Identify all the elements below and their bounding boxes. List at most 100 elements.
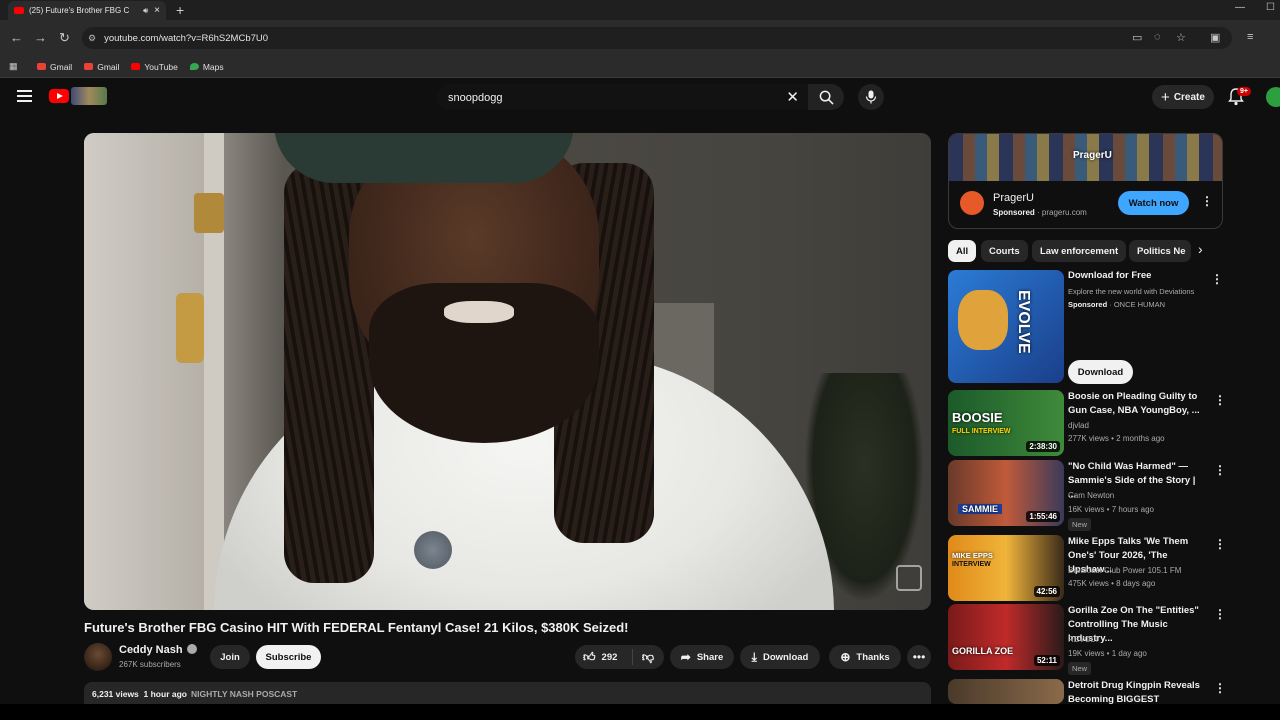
address-bar[interactable]: ⚙︎ youtube.com/watch?v=R6hS2MCb7U0 (82, 27, 1232, 49)
chip-all[interactable]: All (948, 240, 977, 262)
watch-now-button[interactable]: Watch now (1118, 191, 1189, 215)
ad-card[interactable]: PragerU PragerU Sponsored · prageru.com … (948, 133, 1223, 229)
youtube-doodle-logo[interactable] (71, 87, 107, 105)
new-tab-icon[interactable]: + (176, 2, 184, 18)
youtube-favicon-icon (14, 7, 24, 14)
search-icon (819, 90, 834, 105)
bottom-edge (0, 704, 1280, 720)
share-arrow-icon: ➦ (680, 650, 691, 664)
minimize-icon[interactable]: — (1235, 2, 1245, 13)
rec-thumb-text-1: BOOSIE (952, 410, 1003, 425)
rec-thumbnail-4[interactable]: GORILLA ZOE 52:11 (948, 604, 1064, 670)
thanks-button[interactable]: ⊕ Thanks (829, 645, 901, 669)
thumbs-down-icon: 👎︎ (641, 649, 655, 664)
channel-watermark-icon[interactable] (896, 565, 922, 591)
close-tab-icon[interactable]: × (154, 5, 160, 16)
rec-title-1[interactable]: Boosie on Pleading Guilty to Gun Case, N… (1068, 390, 1203, 418)
rec-more-icon-3[interactable]: ⋮ (1214, 537, 1226, 551)
rec-meta-2: 16K views • 7 hours ago (1068, 505, 1154, 514)
maps-pin-icon (189, 63, 199, 70)
rec-title-5[interactable]: Detroit Drug Kingpin Reveals Becoming BI… (1068, 679, 1203, 704)
more-actions-icon[interactable]: ••• (907, 645, 931, 669)
ad-logo[interactable] (960, 191, 984, 215)
rec-channel-2[interactable]: Cam Newton (1068, 491, 1114, 500)
eye-off-icon[interactable]: ◌ (1154, 31, 1161, 43)
sponsored-download-button[interactable]: Download (1068, 360, 1133, 384)
rec-thumb-text-2: SAMMIE (958, 504, 1002, 514)
menu-icon[interactable] (17, 90, 32, 105)
rec-thumb-sub-1: FULL INTERVIEW (952, 428, 1011, 435)
rec-meta-1: 277K views • 2 months ago (1068, 434, 1165, 443)
create-button[interactable]: + Create (1152, 85, 1214, 109)
rec-more-icon-2[interactable]: ⋮ (1214, 463, 1226, 477)
reading-list-icon[interactable]: ≡ (1247, 31, 1253, 43)
clear-search-icon[interactable]: ✕ (786, 88, 799, 106)
rec-thumbnail-3[interactable]: MIKE EPPS INTERVIEW 42:56 (948, 535, 1064, 601)
video-title: Future's Brother FBG Casino HIT With FED… (84, 620, 629, 635)
rec-channel-1[interactable]: djvlad (1068, 421, 1089, 430)
chip-courts[interactable]: Courts (981, 240, 1028, 262)
cast-icon[interactable]: ▭ (1132, 31, 1142, 44)
browser-tab[interactable]: (25) Future's Brother FBG C 🔊︎ × (8, 1, 166, 20)
sponsored-thumbnail[interactable]: EVOLVE (948, 270, 1064, 383)
subscriber-count: 267K subscribers (119, 660, 181, 669)
view-count: 6,231 views (92, 689, 139, 699)
post-time: 1 hour ago (143, 689, 187, 699)
video-hashtag[interactable]: NIGHTLY NASH POSCAST (191, 689, 297, 699)
bookmark-star-icon[interactable]: ☆ (1176, 31, 1186, 44)
maximize-icon[interactable]: ☐ (1266, 2, 1275, 13)
youtube-logo[interactable] (49, 89, 69, 103)
sponsored-more-icon[interactable]: ⋮ (1211, 272, 1223, 286)
rec-duration-2: 1:55:46 (1026, 511, 1060, 522)
video-player[interactable] (84, 133, 931, 610)
site-settings-icon[interactable]: ⚙︎ (88, 33, 96, 44)
video-frame-door (84, 133, 204, 610)
search-button[interactable] (808, 84, 844, 110)
channel-name[interactable]: Ceddy Nash (119, 644, 183, 656)
rec-more-icon-5[interactable]: ⋮ (1214, 681, 1226, 695)
subscribe-button[interactable]: Subscribe (256, 645, 321, 669)
ad-more-icon[interactable]: ⋮ (1201, 194, 1213, 208)
channel-avatar[interactable] (84, 643, 112, 671)
bookmark-youtube[interactable]: YouTube (131, 62, 178, 72)
bookmark-maps[interactable]: Maps (189, 62, 224, 72)
chips-next-icon[interactable]: › (1198, 241, 1203, 257)
sponsored-title[interactable]: Download for Free (1068, 269, 1203, 283)
url-text: youtube.com/watch?v=R6hS2MCb7U0 (104, 32, 269, 44)
rec-thumbnail-2[interactable]: SAMMIE 1:55:46 (948, 460, 1064, 526)
rec-thumbnail-1[interactable]: BOOSIE FULL INTERVIEW 2:38:30 (948, 390, 1064, 456)
bookmark-gmail-2[interactable]: Gmail (84, 62, 119, 72)
forward-icon[interactable]: → (34, 30, 47, 45)
chip-politics[interactable]: Politics Ne (1129, 240, 1191, 262)
browser-tab-bar: (25) Future's Brother FBG C 🔊︎ × + — ☐ (0, 0, 1280, 20)
ad-name: PragerU (993, 192, 1034, 204)
sidepanel-icon[interactable]: ▣ (1210, 31, 1220, 44)
speaker-icon[interactable]: 🔊︎ (143, 6, 148, 16)
apps-grid-icon[interactable]: ▦ (9, 61, 19, 72)
rec-more-icon-4[interactable]: ⋮ (1214, 607, 1226, 621)
search-input[interactable] (448, 89, 768, 107)
back-icon[interactable]: ← (10, 30, 23, 45)
like-button[interactable]: 👍︎ 292 (575, 649, 633, 665)
rec-channel-3[interactable]: Breakfast Club Power 105.1 FM (1068, 566, 1181, 575)
game-character (958, 290, 1008, 350)
bookmarks-bar: ▦ Gmail Gmail YouTube Maps (0, 56, 1280, 78)
super-thanks-icon: ⊕ (840, 650, 851, 664)
rec-more-icon-1[interactable]: ⋮ (1214, 393, 1226, 407)
chip-law-enforcement[interactable]: Law enforcement (1032, 240, 1127, 262)
video-frame-hat (274, 133, 574, 183)
rec-thumbnail-5[interactable] (948, 679, 1064, 704)
rec-channel-4[interactable]: REVOLT (1068, 635, 1099, 644)
join-button[interactable]: Join (210, 645, 250, 669)
ad-banner[interactable]: PragerU (949, 134, 1222, 181)
voice-search-button[interactable] (858, 84, 884, 110)
reload-icon[interactable]: ↻ (59, 30, 70, 46)
dislike-button[interactable]: 👎︎ (633, 650, 663, 665)
share-button[interactable]: ➦ Share (670, 645, 734, 669)
download-button[interactable]: ⤓ Download (740, 645, 820, 669)
ad-banner-brand: PragerU (1073, 150, 1112, 161)
channel-name-row[interactable]: Ceddy Nash (119, 644, 197, 656)
rec-thumb-text-4: GORILLA ZOE (952, 646, 1014, 656)
account-avatar[interactable] (1266, 87, 1280, 107)
bookmark-gmail-1[interactable]: Gmail (37, 62, 72, 72)
